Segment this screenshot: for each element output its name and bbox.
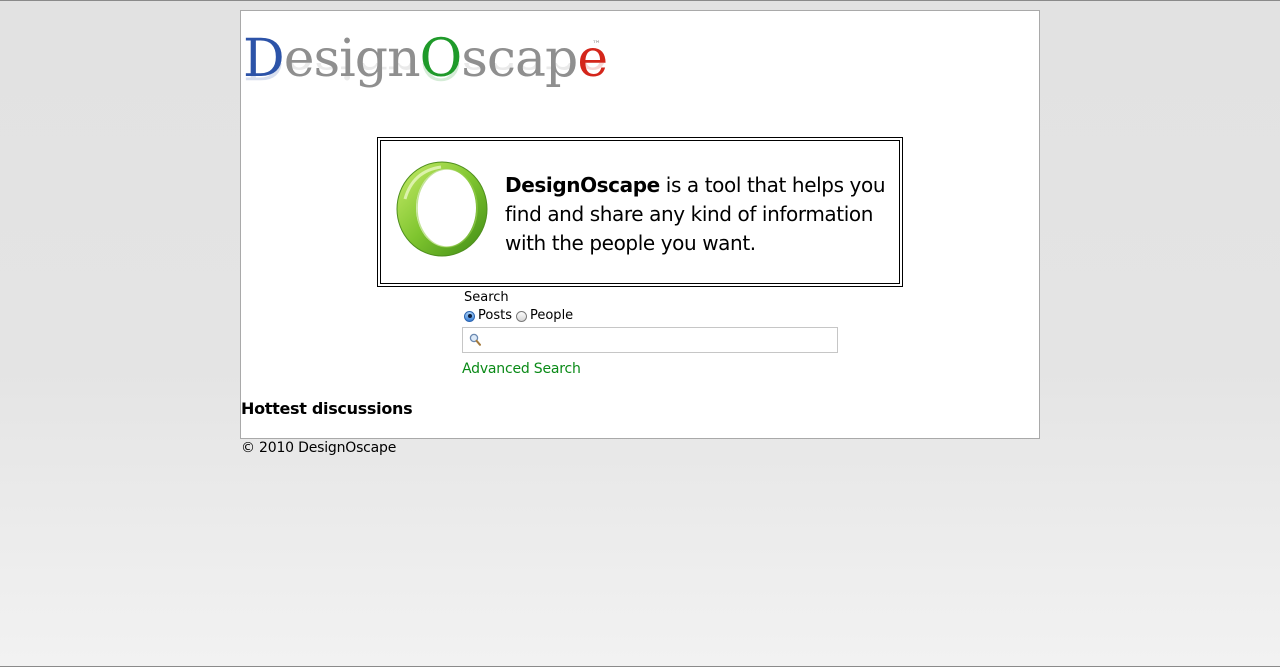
site-logo[interactable]: DesignOscape DesignOscape ™	[243, 33, 613, 123]
promo-brand: DesignOscape	[505, 173, 660, 197]
radio-people[interactable]	[515, 310, 527, 322]
trademark-symbol: ™	[592, 40, 601, 50]
advanced-search-link[interactable]: Advanced Search	[462, 361, 581, 377]
promo-box: DesignOscape is a tool that helps you fi…	[377, 137, 903, 287]
search-label: Search	[464, 290, 509, 305]
radio-posts-label[interactable]: Posts	[478, 307, 512, 325]
magnifier-icon	[469, 333, 481, 346]
search-input[interactable]	[485, 330, 834, 352]
footer-copyright: © 2010 DesignOscape	[241, 440, 397, 456]
radio-posts[interactable]	[464, 310, 475, 322]
main-container: DesignOscape DesignOscape ™ DesignOscape…	[240, 10, 1040, 439]
hottest-discussions-heading: Hottest discussions	[241, 399, 413, 418]
promo-description: DesignOscape is a tool that helps you fi…	[505, 171, 890, 258]
green-o-ring-icon	[396, 161, 488, 257]
promo-box-inner: DesignOscape is a tool that helps you fi…	[380, 140, 900, 284]
search-section: Search Posts People Advanced Search	[462, 289, 842, 377]
search-type-options: Posts People	[464, 307, 842, 325]
radio-people-label[interactable]: People	[530, 307, 573, 325]
search-box[interactable]	[462, 327, 838, 353]
logo-reflection: DesignOscape	[243, 63, 607, 85]
